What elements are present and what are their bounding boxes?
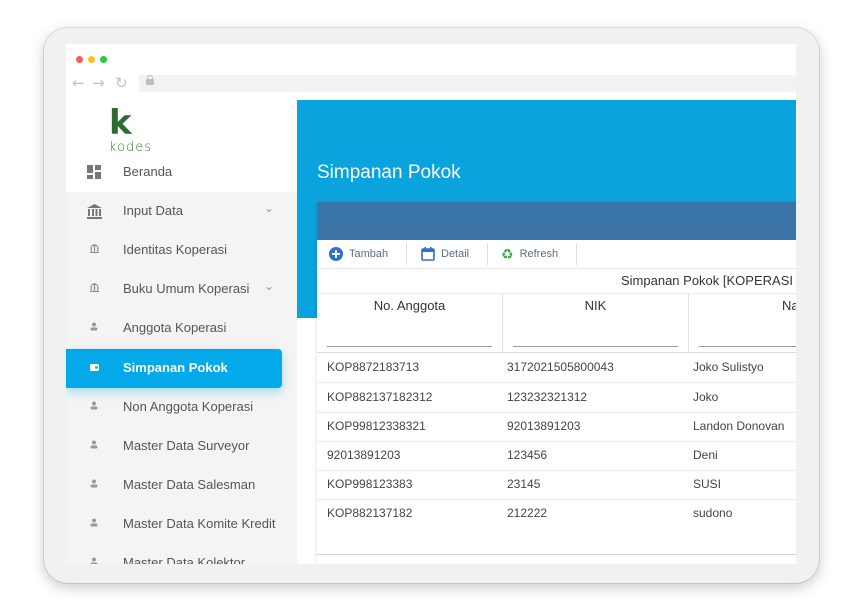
sidebar-item-input-data[interactable]: Input Data ⌄	[66, 192, 297, 231]
cell-nik: 123232321312	[507, 390, 588, 404]
toolbar-divider	[487, 243, 488, 265]
reload-icon[interactable]: ↻	[115, 75, 128, 91]
bank-small-icon	[86, 282, 102, 298]
sidebar-item-non-anggota-koperasi[interactable]: Non Anggota Koperasi	[66, 388, 297, 427]
cell-no-anggota: KOP882137182	[327, 506, 413, 520]
cell-nama: Landon Donovan	[693, 419, 785, 433]
sidebar-item-label: Simpanan Pokok	[123, 360, 228, 375]
filter-nik[interactable]	[503, 318, 689, 352]
lock-icon	[146, 75, 154, 85]
chevron-down-icon: ⌄	[264, 201, 275, 215]
grid-caption-text: Simpanan Pokok [KOPERASI S	[621, 273, 796, 288]
sidebar-item-simpanan-pokok[interactable]: Simpanan Pokok	[66, 349, 282, 388]
user-icon	[86, 400, 102, 416]
logo[interactable]: k kodes	[66, 100, 297, 155]
grid-caption: Simpanan Pokok [KOPERASI S	[317, 269, 796, 294]
toolbar-divider	[406, 243, 407, 265]
refresh-button-label: Refresh	[519, 248, 559, 260]
browser-chrome: ← → ↻	[66, 44, 796, 100]
column-header-nik[interactable]: NIK	[503, 294, 689, 318]
cell-nik: 92013891203	[507, 419, 581, 433]
sidebar-item-buku-umum-koperasi[interactable]: Buku Umum Koperasi ⌄	[66, 270, 297, 309]
user-icon	[86, 321, 102, 337]
sidebar-item-anggota-koperasi[interactable]: Anggota Koperasi	[66, 309, 297, 348]
sidebar-item-master-data-kolektor[interactable]: Master Data Kolektor	[66, 544, 297, 564]
recycle-icon: ♻	[501, 246, 514, 263]
sidebar-item-master-data-surveyor[interactable]: Master Data Surveyor	[66, 427, 297, 466]
column-header-no-anggota[interactable]: No. Anggota	[317, 294, 503, 318]
sidebar-item-beranda[interactable]: Beranda	[66, 153, 297, 192]
dashboard-icon	[86, 165, 102, 181]
filter-no-anggota[interactable]	[317, 318, 503, 352]
user-icon	[86, 517, 102, 533]
close-dot-icon[interactable]	[76, 56, 83, 63]
bank-small-icon	[86, 243, 102, 259]
sidebar-item-label: Master Data Komite Kredit	[123, 516, 276, 531]
panel-header-bar	[317, 202, 796, 240]
sidebar-item-label: Master Data Kolektor	[123, 555, 246, 564]
calendar-icon	[421, 247, 435, 261]
plus-circle-icon	[329, 247, 343, 262]
add-button-label: Tambah	[349, 248, 389, 260]
cell-nama: Joko	[693, 390, 719, 404]
cell-nik: 23145	[507, 477, 541, 491]
maximize-dot-icon[interactable]	[100, 56, 107, 63]
cell-nama: sudono	[693, 506, 733, 520]
cell-nik: 123456	[507, 448, 548, 462]
sidebar-item-label: Input Data	[123, 203, 183, 218]
page-title: Simpanan Pokok	[317, 162, 461, 183]
cell-no-anggota: 92013891203	[327, 448, 401, 462]
sidebar: k kodes Beranda Input Data ⌄ Identitas K…	[66, 100, 297, 564]
toolbar-divider	[576, 243, 577, 265]
wallet-icon	[86, 361, 102, 377]
chevron-down-icon: ⌄	[264, 279, 275, 293]
refresh-button[interactable]: ♻ Refresh	[501, 240, 558, 268]
minimize-dot-icon[interactable]	[88, 56, 95, 63]
add-button[interactable]: Tambah	[329, 240, 388, 268]
logo-mark: k	[109, 103, 132, 143]
cell-nama: Joko Sulistyo	[693, 360, 764, 374]
user-icon	[86, 478, 102, 494]
sidebar-item-label: Master Data Salesman	[123, 477, 256, 492]
table-row[interactable]: KOP882137182 212222 sudono	[317, 499, 796, 528]
table-row[interactable]: KOP998123383 23145 SUSI	[317, 470, 796, 500]
cell-no-anggota: KOP99812338321	[327, 419, 426, 433]
bank-icon	[86, 204, 102, 220]
detail-button-label: Detail	[441, 248, 470, 260]
sidebar-item-label: Beranda	[123, 164, 173, 179]
sidebar-item-identitas-koperasi[interactable]: Identitas Koperasi	[66, 231, 297, 270]
user-icon	[86, 439, 102, 455]
table-row[interactable]: KOP99812338321 92013891203 Landon Donova…	[317, 412, 796, 442]
cell-nik: 212222	[507, 506, 548, 520]
detail-button[interactable]: Detail	[421, 240, 469, 268]
grid-panel: Tambah Detail ♻ Refresh Simpanan Pokok [K…	[317, 202, 796, 564]
cell-no-anggota: KOP998123383	[327, 477, 413, 491]
sidebar-item-label: Master Data Surveyor	[123, 438, 250, 453]
forward-arrow-icon[interactable]: →	[92, 75, 105, 91]
user-icon	[86, 556, 102, 564]
main-content: Simpanan Pokok Tambah Detail ♻ Refresh Si	[297, 100, 796, 564]
filter-row	[317, 318, 796, 353]
table-row[interactable]: KOP882137182312 123232321312 Joko	[317, 383, 796, 413]
back-arrow-icon[interactable]: ←	[72, 75, 85, 91]
sidebar-item-label: Non Anggota Koperasi	[123, 399, 254, 414]
cell-no-anggota: KOP882137182312	[327, 390, 433, 404]
filter-nama[interactable]	[689, 318, 796, 352]
table-row[interactable]: KOP8872183713 3172021505800043 Joko Suli…	[317, 353, 796, 383]
cell-nama: Deni	[693, 448, 718, 462]
column-header-nama[interactable]: Na	[689, 294, 796, 318]
grid-footer-divider	[317, 554, 796, 555]
address-bar[interactable]	[139, 75, 796, 92]
cell-no-anggota: KOP8872183713	[327, 360, 420, 374]
sidebar-item-label: Buku Umum Koperasi	[123, 281, 250, 296]
cell-nama: SUSI	[693, 477, 722, 491]
sidebar-item-master-data-komite-kredit[interactable]: Master Data Komite Kredit	[66, 505, 297, 544]
sidebar-item-label: Anggota Koperasi	[123, 320, 227, 335]
table-row[interactable]: 92013891203 123456 Deni	[317, 441, 796, 471]
browser-window: ← → ↻ k kodes Beranda Input Data ⌄ Ident…	[66, 44, 796, 564]
grid-toolbar: Tambah Detail ♻ Refresh	[317, 240, 796, 269]
sidebar-item-label: Identitas Koperasi	[123, 242, 228, 257]
sidebar-item-master-data-salesman[interactable]: Master Data Salesman	[66, 466, 297, 505]
cell-nik: 3172021505800043	[507, 360, 614, 374]
